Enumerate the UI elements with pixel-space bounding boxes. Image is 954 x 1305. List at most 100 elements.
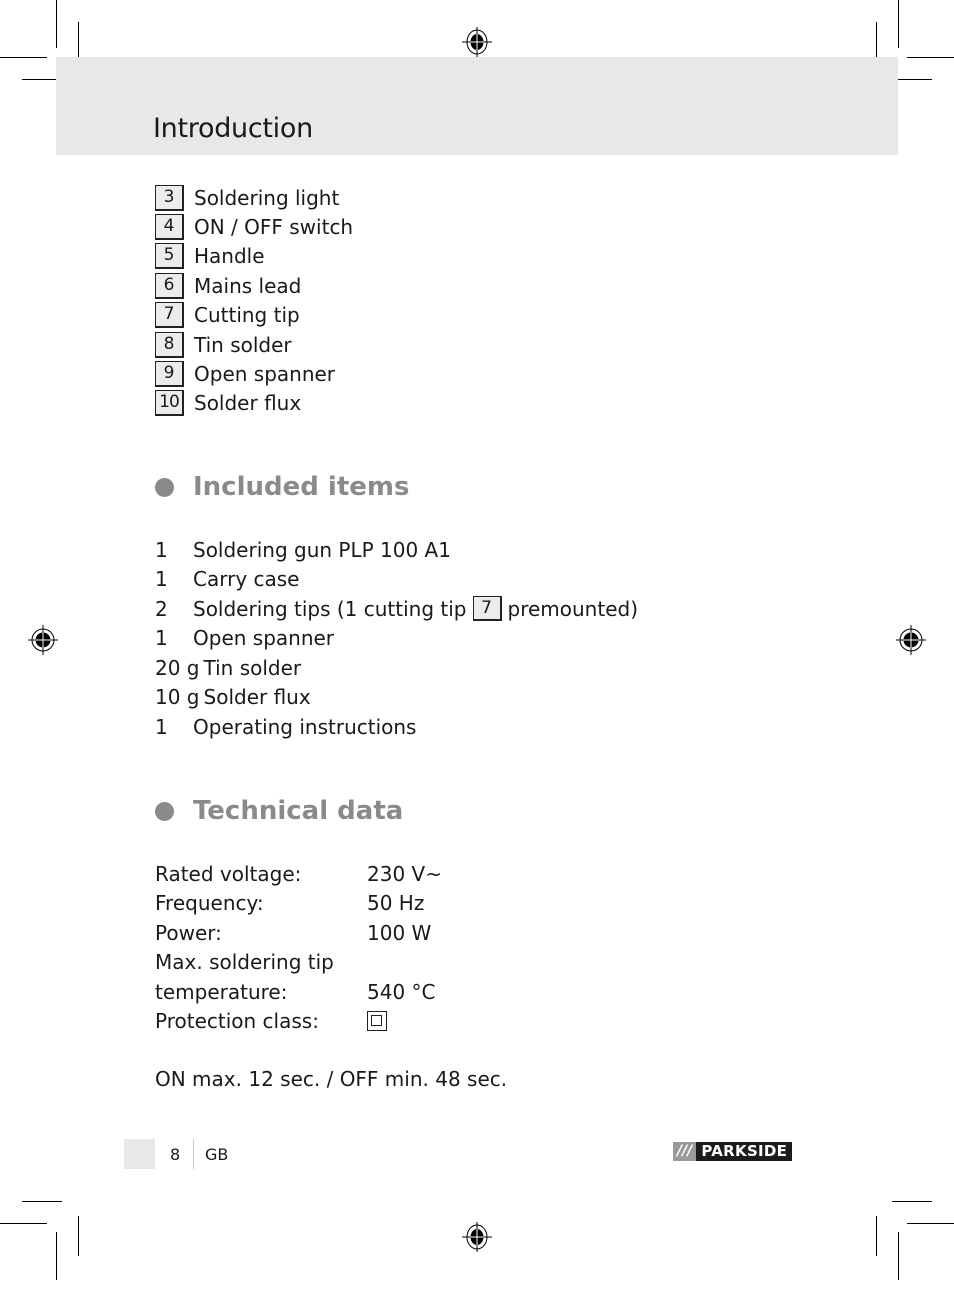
- item-quantity: 1: [155, 537, 168, 562]
- crop-mark: [78, 22, 79, 62]
- spec-row: Frequency: 50 Hz: [155, 889, 442, 919]
- registration-mark-icon: [896, 625, 926, 655]
- part-item: 10 Solder flux: [155, 389, 353, 418]
- part-label: Mains lead: [194, 273, 302, 298]
- item-label: Soldering gun PLP 100 A1: [193, 537, 451, 562]
- item-quantity: 1: [155, 567, 168, 592]
- spec-row: Max. soldering tip: [155, 948, 442, 978]
- crop-mark: [0, 57, 47, 58]
- part-item: 4 ON / OFF switch: [155, 212, 353, 241]
- part-item: 9 Open spanner: [155, 359, 353, 388]
- list-item: 2 Soldering tips (1 cutting tip 7 premounte…: [155, 594, 638, 624]
- crop-mark: [0, 1223, 47, 1224]
- spec-label: Max. soldering tip: [155, 950, 334, 975]
- list-item: 1 Operating instructions: [155, 712, 638, 742]
- crop-mark: [898, 0, 899, 48]
- crop-mark: [892, 1201, 932, 1202]
- part-label: Solder flux: [194, 391, 302, 416]
- item-quantity: 1: [155, 714, 168, 739]
- language-code: GB: [205, 1145, 229, 1164]
- spec-label: temperature:: [155, 979, 288, 1004]
- included-items-list: 1 Soldering gun PLP 100 A1 1 Carry case 2S…: [155, 535, 638, 742]
- section-heading-included-items: Included items: [155, 472, 409, 502]
- part-item: 5 Handle: [155, 242, 353, 271]
- spec-label: Frequency:: [155, 891, 264, 916]
- part-number-box: 7: [155, 302, 184, 329]
- crop-mark: [56, 0, 57, 48]
- crop-mark: [56, 1232, 57, 1280]
- duty-cycle-note: ON max. 12 sec. / OFF min. 48 sec.: [155, 1067, 508, 1091]
- part-number-box: 10: [155, 390, 184, 417]
- spec-row: temperature: 540 °C: [155, 977, 442, 1007]
- part-item: 7 Cutting tip: [155, 301, 353, 330]
- logo-text: PARKSIDE: [696, 1142, 793, 1161]
- item-label: Open spanner: [193, 626, 335, 651]
- part-label: ON / OFF switch: [194, 215, 354, 240]
- part-label: Cutting tip: [194, 303, 300, 328]
- spec-row: Rated voltage: 230 V~: [155, 859, 442, 889]
- item-label: Operating instructions: [193, 714, 417, 739]
- crop-mark: [892, 79, 932, 80]
- crop-mark: [22, 1201, 62, 1202]
- item-label: Soldering tips (1 cutting tip: [193, 596, 467, 621]
- crop-mark: [907, 57, 954, 58]
- crop-mark: [898, 1232, 899, 1280]
- part-label: Tin solder: [194, 332, 292, 357]
- spec-value: 100 W: [367, 920, 432, 945]
- spec-label: Power:: [155, 920, 222, 945]
- part-label: Open spanner: [194, 362, 336, 387]
- spec-value: 230 V~: [367, 861, 442, 886]
- spec-value: 540 °C: [367, 979, 436, 1004]
- page-title: Introduction: [153, 113, 313, 144]
- spec-label: Rated voltage:: [155, 861, 302, 886]
- part-number-box: 4: [155, 214, 184, 241]
- item-quantity: 20 g: [155, 655, 200, 680]
- part-label: Handle: [194, 244, 265, 269]
- included-items-heading: Included items: [193, 472, 410, 502]
- part-label: Soldering light: [194, 185, 340, 210]
- part-number-box: 5: [155, 243, 184, 270]
- item-label: Tin solder: [203, 655, 302, 680]
- crop-mark: [876, 22, 877, 62]
- crop-mark: [876, 1216, 877, 1256]
- part-number-box: 9: [155, 361, 184, 388]
- item-quantity: 2: [155, 596, 168, 621]
- part-number-box: 3: [155, 184, 184, 211]
- part-reference-box: 7: [472, 596, 502, 622]
- technical-data-table: Rated voltage: 230 V~ Frequency: 50 Hz Pow…: [155, 859, 442, 1036]
- list-item: 1 Carry case: [155, 565, 638, 595]
- footer-divider: [193, 1139, 194, 1169]
- bullet-icon: [155, 477, 174, 497]
- parts-list: 3 Soldering light 4 ON / OFF switch 5 Handl…: [155, 183, 353, 418]
- part-item: 6 Mains lead: [155, 271, 353, 300]
- part-number-box: 8: [155, 331, 184, 358]
- item-quantity: 10 g: [155, 685, 200, 710]
- part-item: 8 Tin solder: [155, 330, 353, 359]
- technical-data-heading: Technical data: [193, 796, 404, 826]
- part-number-box: 6: [155, 272, 184, 299]
- list-item: 10 g Solder flux: [155, 683, 638, 713]
- registration-mark-icon: [462, 1222, 492, 1252]
- registration-mark-icon: [462, 27, 492, 57]
- protection-class-ii-icon: [367, 1011, 387, 1032]
- page-number: 8: [170, 1145, 181, 1164]
- item-quantity: 1: [155, 626, 168, 651]
- list-item: 1 Open spanner: [155, 624, 638, 654]
- footer-marker: [124, 1139, 155, 1169]
- crop-mark: [78, 1216, 79, 1256]
- item-label: Carry case: [193, 567, 300, 592]
- spec-value: 50 Hz: [367, 891, 425, 916]
- section-heading-technical-data: Technical data: [155, 796, 403, 826]
- spec-row: Protection class:: [155, 1007, 442, 1037]
- crop-mark: [907, 1223, 954, 1224]
- list-item: 1 Soldering gun PLP 100 A1: [155, 535, 638, 565]
- spec-label: Protection class:: [155, 1009, 319, 1034]
- item-label-suffix: premounted): [507, 596, 639, 621]
- list-item: 20 g Tin solder: [155, 653, 638, 683]
- parkside-logo: /// PARKSIDE: [673, 1142, 793, 1161]
- bullet-icon: [155, 801, 174, 821]
- spec-row: Power: 100 W: [155, 918, 442, 948]
- part-item: 3 Soldering light: [155, 183, 353, 212]
- logo-slashes: ///: [673, 1142, 697, 1161]
- item-label: Solder flux: [203, 685, 311, 710]
